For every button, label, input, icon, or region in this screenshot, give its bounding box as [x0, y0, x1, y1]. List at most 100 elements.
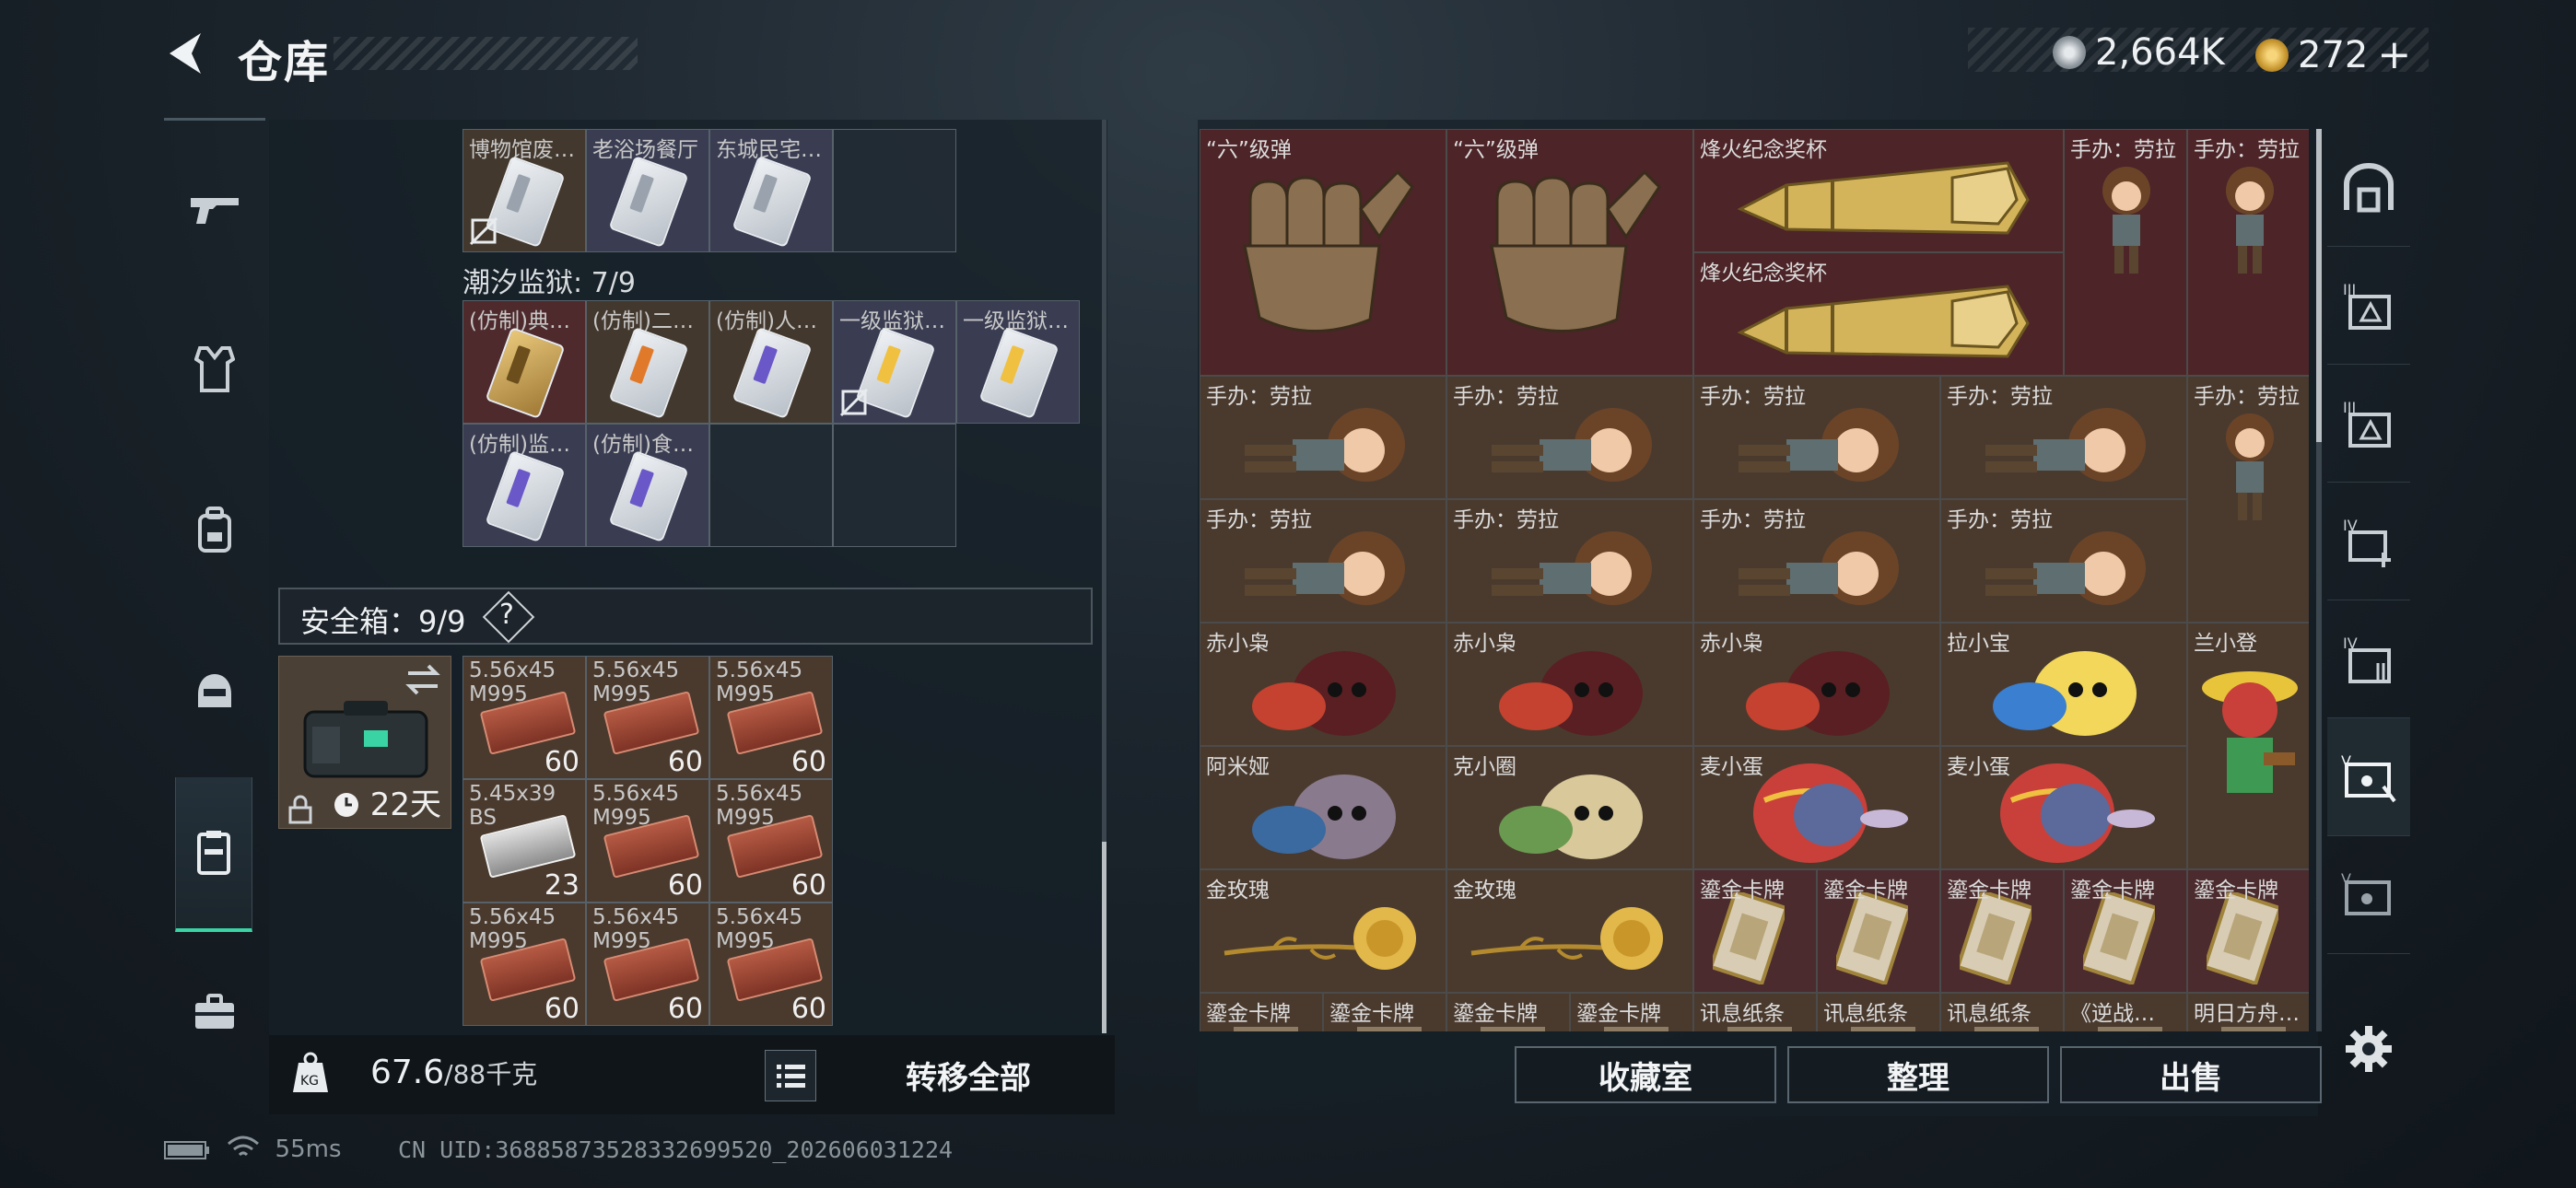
- item-cell[interactable]: 明日方舟…: [2187, 993, 2309, 1031]
- item-cell[interactable]: 手办：劳拉: [1693, 376, 1940, 499]
- item-cell[interactable]: 一级监狱…: [833, 300, 956, 424]
- item-cell[interactable]: 一级监狱…: [956, 300, 1080, 424]
- keycard-icon: [608, 155, 689, 249]
- add-gold-button[interactable]: +: [2377, 31, 2411, 78]
- ammo-cell[interactable]: 5.56x45 M995 60: [709, 903, 833, 1026]
- item-cell[interactable]: 鎏金卡牌: [2064, 869, 2187, 993]
- nav-helmet[interactable]: [164, 632, 265, 751]
- item-cell[interactable]: 《逆战…: [2064, 993, 2187, 1031]
- empty-slot[interactable]: [833, 129, 956, 252]
- ammo-caliber: 5.45x39: [469, 782, 556, 806]
- ammo-type: M995: [592, 682, 651, 706]
- storage-IV-add-icon: IV: [2343, 517, 2391, 567]
- item-cell[interactable]: 鎏金卡牌: [1323, 993, 1446, 1031]
- chi-doll-icon: [1252, 651, 1396, 736]
- item-cell[interactable]: (仿制)监…: [463, 424, 586, 547]
- item-cell[interactable]: (仿制)食…: [586, 424, 709, 547]
- item-cell[interactable]: 金玫瑰: [1200, 869, 1446, 993]
- item-cell[interactable]: “六”级弹: [1200, 129, 1446, 376]
- collection-room-button[interactable]: 收藏室: [1515, 1046, 1776, 1103]
- item-cell[interactable]: 阿米娅: [1200, 746, 1446, 869]
- ammo-cell[interactable]: 5.56x45 M995 60: [586, 779, 709, 903]
- item-cell[interactable]: (仿制)二…: [586, 300, 709, 424]
- item-cell[interactable]: 麦小蛋: [1940, 746, 2187, 869]
- scrollbar[interactable]: [1102, 842, 1107, 1033]
- safe-case-slot[interactable]: 22天: [278, 656, 451, 829]
- nav-backpack[interactable]: [164, 470, 265, 589]
- scrollbar[interactable]: [2316, 129, 2322, 442]
- nav-safebox[interactable]: [175, 777, 252, 932]
- item-label: 老浴场餐厅: [592, 138, 698, 162]
- item-cell[interactable]: 麦小蛋: [1693, 746, 1940, 869]
- item-cell[interactable]: “六”级弹: [1446, 129, 1693, 376]
- tab-storage-III-b[interactable]: III: [2327, 365, 2410, 483]
- clock-icon: [334, 793, 358, 817]
- tab-storage-IV[interactable]: IV: [2327, 600, 2410, 718]
- item-cell[interactable]: 讯息纸条: [1940, 993, 2064, 1031]
- item-cell[interactable]: 手办：劳拉: [2187, 129, 2309, 376]
- item-cell[interactable]: 手办：劳拉: [2064, 129, 2187, 376]
- item-cell[interactable]: 手办：劳拉: [2187, 376, 2309, 623]
- item-cell[interactable]: 鎏金卡牌: [1817, 869, 1940, 993]
- item-cell[interactable]: (仿制)典…: [463, 300, 586, 424]
- nav-weapons[interactable]: [164, 149, 265, 269]
- item-cell[interactable]: 手办：劳拉: [1200, 376, 1446, 499]
- lara-figure-icon: [1985, 408, 2146, 482]
- item-cell[interactable]: 鎏金卡牌: [1200, 993, 1323, 1031]
- item-cell[interactable]: 赤小枭: [1693, 623, 1940, 746]
- item-cell[interactable]: 拉小宝: [1940, 623, 2187, 746]
- item-cell[interactable]: 赤小枭: [1446, 623, 1693, 746]
- ammo-cell[interactable]: 5.45x39 BS 23: [463, 779, 586, 903]
- ammo-cell[interactable]: 5.56x45 M995 60: [709, 656, 833, 779]
- settings-gear-icon[interactable]: [2344, 1024, 2394, 1074]
- keycard-icon: [732, 326, 813, 420]
- item-cell[interactable]: 鎏金卡牌: [2187, 869, 2309, 993]
- item-cell[interactable]: 东城民宅…: [709, 129, 833, 252]
- nav-toolbox[interactable]: [164, 952, 265, 1072]
- item-cell[interactable]: 讯息纸条: [1817, 993, 1940, 1031]
- ammo-cell[interactable]: 5.56x45 M995 60: [586, 656, 709, 779]
- ammo-caliber: 5.56x45: [469, 905, 556, 929]
- empty-slot[interactable]: [709, 424, 833, 547]
- item-cell[interactable]: 赤小枭: [1200, 623, 1446, 746]
- item-cell[interactable]: 手办：劳拉: [1940, 376, 2187, 499]
- sell-button[interactable]: 出售: [2060, 1046, 2322, 1103]
- item-cell[interactable]: 金玫瑰: [1446, 869, 1693, 993]
- item-cell[interactable]: 鎏金卡牌: [1940, 869, 2064, 993]
- tab-vault[interactable]: [2327, 129, 2410, 247]
- ammo-cell[interactable]: 5.56x45 M995 60: [463, 656, 586, 779]
- item-cell[interactable]: 博物馆废…: [463, 129, 586, 252]
- transfer-all-button[interactable]: 转移全部: [825, 1035, 1111, 1114]
- nav-armor[interactable]: [164, 309, 265, 429]
- ammo-cell[interactable]: 5.56x45 M995 60: [463, 903, 586, 1026]
- ammo-cell[interactable]: 5.56x45 M995 60: [586, 903, 709, 1026]
- sort-button[interactable]: 整理: [1787, 1046, 2049, 1103]
- item-cell[interactable]: 手办：劳拉: [1446, 499, 1693, 623]
- item-cell[interactable]: (仿制)人…: [709, 300, 833, 424]
- tab-storage-IV-add[interactable]: IV: [2327, 483, 2410, 600]
- ammo-count: 60: [790, 993, 826, 1025]
- item-cell[interactable]: 烽火纪念奖杯: [1693, 129, 2064, 252]
- item-cell[interactable]: 手办：劳拉: [1200, 499, 1446, 623]
- item-cell[interactable]: 手办：劳拉: [1693, 499, 1940, 623]
- safebox-header: 安全箱：9/9 ?: [278, 588, 1093, 645]
- item-cell[interactable]: 克小圈: [1446, 746, 1693, 869]
- list-view-button[interactable]: [765, 1050, 816, 1101]
- item-cell[interactable]: 鎏金卡牌: [1693, 869, 1817, 993]
- swap-icon[interactable]: [404, 664, 441, 695]
- item-cell[interactable]: 鎏金卡牌: [1446, 993, 1570, 1031]
- back-arrow-icon[interactable]: [164, 29, 208, 77]
- item-cell[interactable]: 兰小登: [2187, 623, 2309, 869]
- tab-storage-III-a[interactable]: III: [2327, 247, 2410, 365]
- tab-collection-alt[interactable]: V: [2327, 836, 2410, 954]
- item-cell[interactable]: 老浴场餐厅: [586, 129, 709, 252]
- ammo-cell[interactable]: 5.56x45 M995 60: [709, 779, 833, 903]
- item-cell[interactable]: 鎏金卡牌: [1570, 993, 1693, 1031]
- gold-currency[interactable]: 272 +: [2255, 31, 2411, 78]
- item-cell[interactable]: 手办：劳拉: [1940, 499, 2187, 623]
- empty-slot[interactable]: [833, 424, 956, 547]
- item-cell[interactable]: 讯息纸条: [1693, 993, 1817, 1031]
- item-cell[interactable]: 手办：劳拉: [1446, 376, 1693, 499]
- item-cell[interactable]: 烽火纪念奖杯: [1693, 252, 2064, 376]
- tab-collection[interactable]: V: [2327, 718, 2410, 836]
